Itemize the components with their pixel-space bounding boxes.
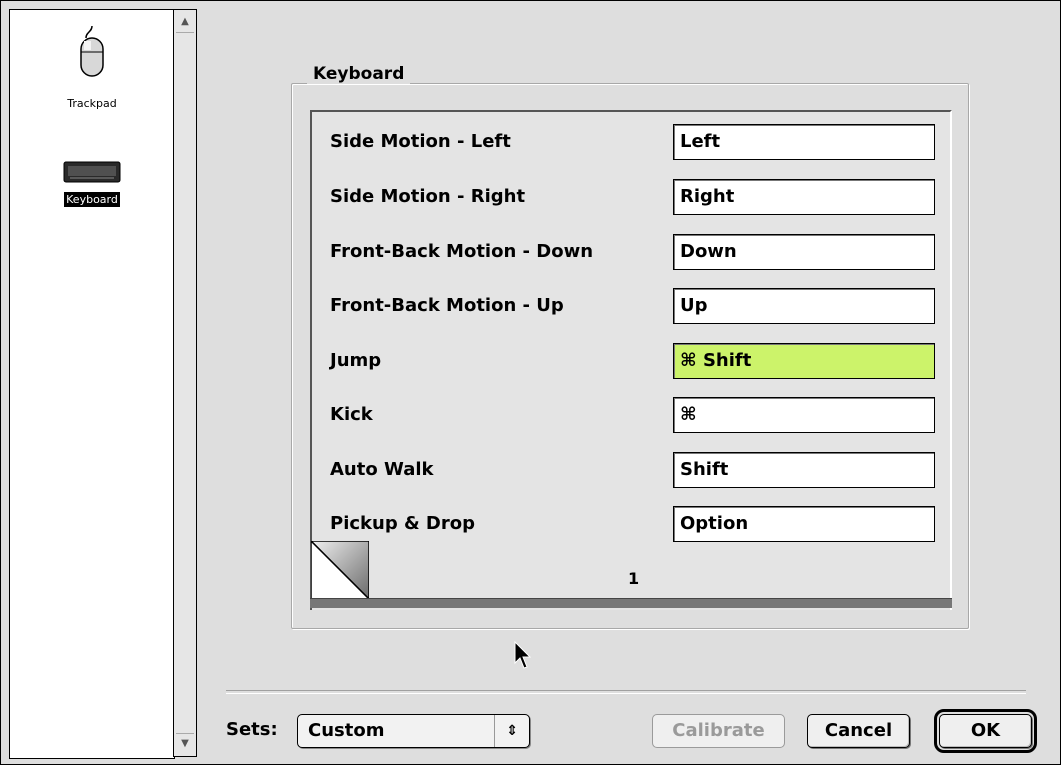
device-list: Trackpad Keyboard (9, 9, 175, 759)
row-label-kick: Kick (330, 404, 373, 425)
row-label-pickup-drop: Pickup & Drop (330, 513, 476, 534)
row-label-front-back-down: Front-Back Motion - Down (330, 241, 594, 262)
key-field-front-back-up[interactable]: Up (673, 288, 935, 324)
separator (226, 690, 1026, 694)
sets-popup-menu[interactable]: Custom ⇕ (297, 714, 530, 748)
calibrate-button[interactable]: Calibrate (652, 714, 785, 748)
page-curl-icon[interactable] (311, 541, 369, 599)
key-field-front-back-down[interactable]: Down (673, 234, 935, 270)
key-field-kick[interactable]: ⌘ (673, 397, 935, 433)
key-field-auto-walk[interactable]: Shift (673, 452, 935, 488)
page-number: 1 (628, 569, 640, 588)
device-label-trackpad: Trackpad (67, 97, 117, 110)
sets-label: Sets: (226, 719, 278, 740)
device-label-keyboard: Keyboard (64, 192, 120, 207)
row-label-auto-walk: Auto Walk (330, 459, 434, 480)
device-item-trackpad[interactable]: Trackpad (10, 24, 174, 111)
cancel-button[interactable]: Cancel (807, 714, 910, 748)
mouse-icon (80, 25, 104, 77)
popup-arrows-icon: ⇕ (494, 715, 529, 747)
scroll-up-arrow-icon[interactable]: ▲ (176, 12, 194, 33)
ok-button[interactable]: OK (934, 709, 1037, 753)
sets-selected-value: Custom (308, 720, 385, 741)
row-label-side-left: Side Motion - Left (330, 131, 511, 152)
device-item-keyboard[interactable]: Keyboard (10, 158, 174, 207)
key-field-side-left[interactable]: Left (673, 124, 935, 160)
row-label-jump: Jump (330, 350, 382, 371)
row-label-side-right: Side Motion - Right (330, 186, 526, 207)
row-label-front-back-up: Front-Back Motion - Up (330, 295, 564, 316)
panel-bottom-bar (310, 598, 952, 608)
cursor-arrow-icon (514, 641, 532, 669)
keyboard-icon (63, 161, 121, 183)
key-field-side-right[interactable]: Right (673, 179, 935, 215)
key-field-pickup-drop[interactable]: Option (673, 506, 935, 542)
group-title: Keyboard (307, 64, 411, 84)
key-field-jump[interactable]: ⌘ Shift (673, 343, 935, 379)
device-list-scrollbar[interactable]: ▲ ▼ (173, 9, 197, 757)
scroll-down-arrow-icon[interactable]: ▼ (176, 733, 194, 754)
